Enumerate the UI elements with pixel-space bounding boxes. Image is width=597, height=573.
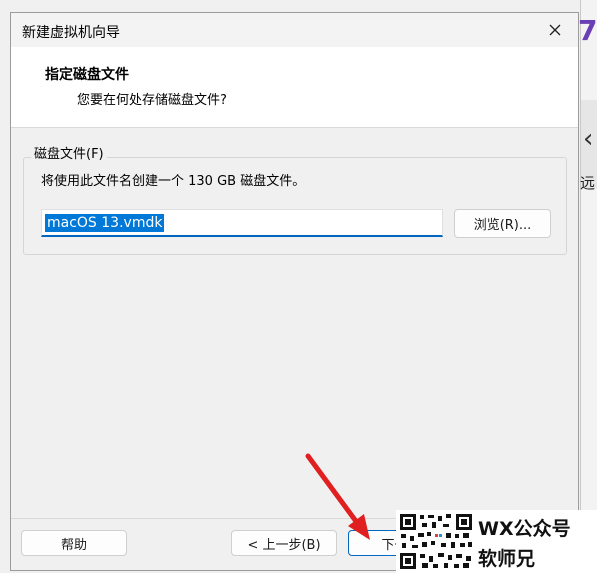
qr-code-icon	[398, 512, 474, 571]
title-bar: 新建虚拟机向导	[11, 13, 578, 47]
background-version-glyph: 7	[578, 14, 597, 47]
watermark-line2: 软师兄	[478, 548, 536, 570]
browse-button[interactable]: 浏览(R)...	[454, 209, 551, 238]
step-title: 指定磁盘文件	[45, 67, 129, 83]
wizard-header: 指定磁盘文件 您要在何处存储磁盘文件?	[11, 47, 578, 128]
disk-file-description: 将使用此文件名创建一个 130 GB 磁盘文件。	[41, 174, 306, 189]
disk-filename-value: macOS 13.vmdk	[45, 213, 165, 232]
close-button[interactable]	[532, 13, 578, 47]
disk-file-legend: 磁盘文件(F)	[31, 143, 107, 162]
watermark: WX公众号 软师兄	[396, 510, 597, 573]
annotation-arrow-icon	[305, 453, 370, 540]
close-icon	[549, 24, 561, 36]
help-button[interactable]: 帮助	[21, 530, 127, 556]
step-subtitle: 您要在何处存储磁盘文件?	[77, 93, 227, 108]
background-arrow-icon: ‹	[583, 124, 594, 154]
window-title: 新建虚拟机向导	[22, 25, 120, 41]
watermark-line1: WX公众号	[478, 518, 571, 540]
background-window	[580, 0, 597, 573]
background-partial-text: 远	[580, 174, 596, 192]
disk-filename-input[interactable]: macOS 13.vmdk	[41, 209, 443, 237]
new-vm-wizard-dialog: 新建虚拟机向导 指定磁盘文件 您要在何处存储磁盘文件? 磁盘文件(F) 将使用此…	[10, 12, 579, 571]
